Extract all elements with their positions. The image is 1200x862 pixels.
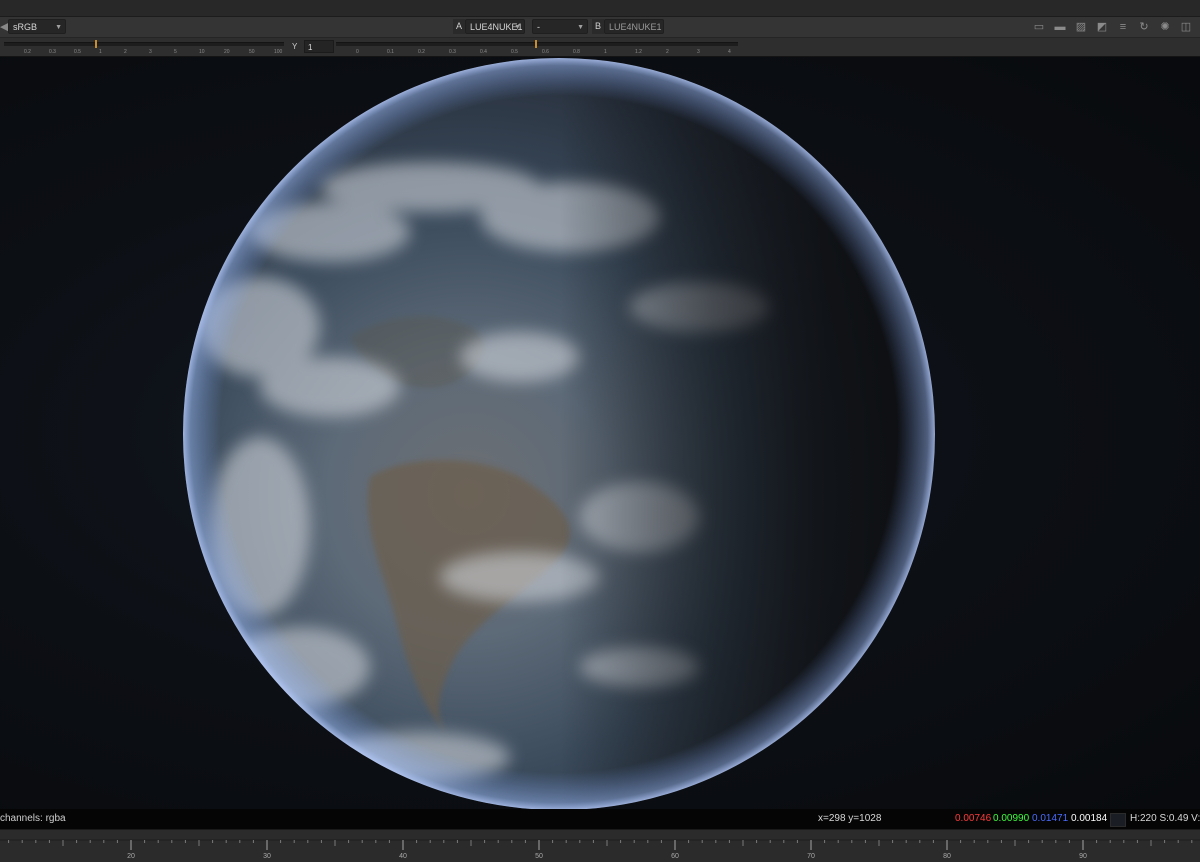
- slider-tick-label: 50: [249, 49, 255, 55]
- timeline-frame-label: 50: [535, 853, 543, 860]
- timeline-frame-label: 70: [807, 853, 815, 860]
- y-label: Y: [292, 42, 298, 51]
- green-value: 0.00990: [993, 813, 1030, 824]
- slider-tick-label: 5: [174, 49, 177, 55]
- viewer-canvas[interactable]: [0, 57, 1200, 809]
- earth-render-image: [183, 58, 935, 809]
- colorspace-dropdown[interactable]: sRGB ▼: [8, 19, 66, 34]
- hsv-readout: H:220 S:0.49 V:: [1130, 813, 1200, 824]
- viewer-title-strip: [0, 0, 1200, 17]
- slider-tick-label: 2: [666, 49, 669, 55]
- gamma-slider-handle[interactable]: [535, 40, 537, 48]
- timeline-frame-label: 30: [263, 853, 271, 860]
- slider-tick-label: 4: [728, 49, 731, 55]
- input-a-dropdown[interactable]: LUE4NUKE1 ▼: [465, 19, 525, 34]
- timeline-frame-label: 60: [671, 853, 679, 860]
- clipping-warning-icon[interactable]: ▨: [1073, 19, 1089, 35]
- atmosphere-rim: [183, 58, 935, 809]
- wipe-mode-value: -: [537, 22, 540, 32]
- slider-tick-label: 100: [274, 49, 283, 55]
- slider-tick-label: 10: [199, 49, 205, 55]
- slider-tick-label: 0.2: [24, 49, 31, 55]
- slider-tick-label: 1: [99, 49, 102, 55]
- viewer-info-bar: channels: rgba x=298 y=1028 0.00746 0.00…: [0, 809, 1200, 829]
- roi-icon[interactable]: ▭: [1031, 19, 1047, 35]
- viewer-toolbar: ◀ sRGB ▼ A LUE4NUKE1 ▼ - ▼ B LUE4NUKE1 ▭…: [0, 17, 1200, 38]
- pause-icon[interactable]: ✺: [1157, 19, 1173, 35]
- gain-slider-handle[interactable]: [95, 40, 97, 48]
- slider-tick-label: 0.3: [49, 49, 56, 55]
- input-a-label: A: [453, 19, 465, 34]
- input-b-label: B: [592, 19, 604, 34]
- input-b-dropdown[interactable]: LUE4NUKE1: [604, 19, 664, 34]
- alpha-value: 0.00184: [1071, 813, 1108, 824]
- slider-tick-label: 0: [356, 49, 359, 55]
- gain-gamma-bar: 0.2 0.3 0.5 1 2 3 5 10 20 50 100 Y 1 0 0.1 0.2 0.3 0.4…: [0, 38, 1200, 57]
- red-value: 0.00746: [955, 813, 992, 824]
- timeline-frame-label: 40: [399, 853, 407, 860]
- channels-readout: channels: rgba: [0, 813, 66, 824]
- slider-tick-label: 0.6: [542, 49, 549, 55]
- viewer-toggle-icons: ▭ ▬ ▨ ◩ ≡ ↻ ✺ ◫: [1031, 19, 1194, 35]
- gain-slider-track[interactable]: [4, 42, 284, 46]
- timeline-frame-label: 20: [127, 853, 135, 860]
- input-b-node: LUE4NUKE1: [609, 22, 662, 32]
- slider-tick-label: 0.5: [511, 49, 518, 55]
- fit-icon[interactable]: ▬: [1052, 19, 1068, 35]
- proxy-icon[interactable]: ◩: [1094, 19, 1110, 35]
- stereo-icon[interactable]: ◫: [1178, 19, 1194, 35]
- slider-tick-label: 0.2: [418, 49, 425, 55]
- slider-tick-label: 1.2: [635, 49, 642, 55]
- colorspace-value: sRGB: [13, 22, 38, 32]
- y-value-input[interactable]: 1: [304, 40, 334, 53]
- chevron-down-icon: ▼: [55, 24, 62, 31]
- slider-tick-label: 1: [604, 49, 607, 55]
- gamma-slider-track[interactable]: [336, 42, 738, 46]
- cursor-coords: x=298 y=1028: [818, 813, 882, 824]
- slider-tick-label: 0.3: [449, 49, 456, 55]
- timeline-frame-label: 90: [1079, 853, 1087, 860]
- timeline-ruler: [0, 839, 1200, 850]
- slider-tick-label: 0.1: [387, 49, 394, 55]
- sample-color-swatch: [1110, 813, 1126, 827]
- slider-tick-label: 20: [224, 49, 230, 55]
- slider-tick-label: 2: [124, 49, 127, 55]
- chevron-down-icon: ▼: [577, 24, 584, 31]
- overlay-icon[interactable]: ≡: [1115, 19, 1131, 35]
- slider-tick-label: 0.8: [573, 49, 580, 55]
- slider-tick-label: 3: [149, 49, 152, 55]
- timeline[interactable]: 20 30 40 50 60 70 80 90: [0, 829, 1200, 862]
- slider-tick-label: 0.4: [480, 49, 487, 55]
- slider-tick-label: 0.5: [74, 49, 81, 55]
- chevron-down-icon: ▼: [514, 24, 521, 31]
- timeline-frame-label: 80: [943, 853, 951, 860]
- wipe-mode-dropdown[interactable]: - ▼: [532, 19, 588, 34]
- slider-tick-label: 3: [697, 49, 700, 55]
- blue-value: 0.01471: [1032, 813, 1069, 824]
- refresh-icon[interactable]: ↻: [1136, 19, 1152, 35]
